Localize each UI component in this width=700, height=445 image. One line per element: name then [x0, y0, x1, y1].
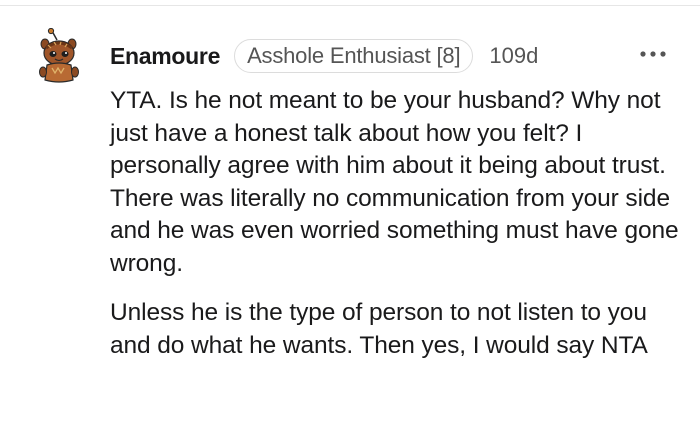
username-link[interactable]: Enamoure — [110, 43, 220, 70]
user-avatar[interactable] — [30, 27, 88, 86]
more-options-icon — [640, 51, 666, 57]
user-flair-badge: Asshole Enthusiast [8] — [234, 39, 474, 73]
comment: Enamoure Asshole Enthusiast [8] 109d YTA… — [0, 0, 700, 445]
snoo-avatar-icon — [39, 27, 79, 83]
comment-paragraph: Unless he is the type of person to not l… — [110, 299, 648, 359]
comment-body: YTA. Is he not meant to be your husband?… — [110, 85, 680, 379]
more-options-button[interactable] — [636, 40, 670, 68]
comment-paragraph: YTA. Is he not meant to be your husband?… — [110, 87, 679, 277]
comment-header: Enamoure Asshole Enthusiast [8] 109d — [110, 38, 538, 74]
comment-age: 109d — [489, 43, 539, 68]
